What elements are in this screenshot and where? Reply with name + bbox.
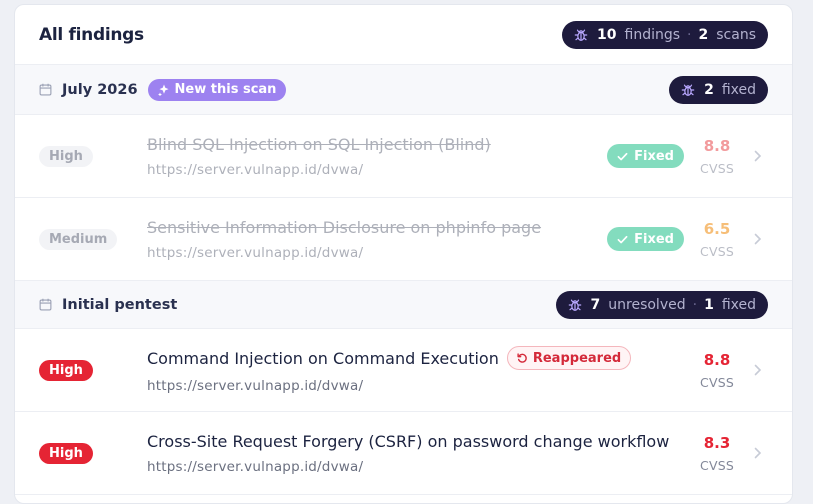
calendar-icon: [39, 83, 52, 96]
chevron-right-icon[interactable]: [754, 150, 762, 162]
cvss-value: 6.5: [703, 219, 731, 238]
unresolved-count: 7: [590, 296, 601, 313]
cvss-score: 8.8 CVSS: [700, 351, 734, 390]
cvss-label: CVSS: [700, 160, 734, 176]
cvss-score: 8.8 CVSS: [700, 137, 734, 176]
severity-badge: High: [39, 443, 93, 464]
fixed-status-badge: Fixed: [607, 144, 684, 168]
finding-title[interactable]: Blind SQL Injection on SQL Injection (Bl…: [147, 135, 491, 154]
severity-badge: High: [39, 146, 93, 167]
fixed-count: 2: [704, 81, 714, 98]
finding-row[interactable]: Medium Sensitive Information Disclosure …: [15, 198, 792, 281]
finding-url: https://server.vulnapp.id/dvwa/: [147, 458, 364, 475]
separator-dot: ·: [692, 296, 698, 313]
bug-icon: [568, 299, 581, 311]
finding-url: https://server.vulnapp.id/dvwa/: [147, 244, 364, 261]
finding-url: https://server.vulnapp.id/dvwa/: [147, 161, 364, 178]
page-title: All findings: [39, 24, 144, 45]
fixed-label: fixed: [721, 296, 756, 313]
separator-dot: ·: [687, 26, 692, 43]
cvss-score: 6.5 CVSS: [700, 220, 734, 259]
fixed-label: fixed: [721, 81, 756, 98]
chevron-right-icon[interactable]: [754, 364, 762, 376]
finding-row[interactable]: High Blind SQL Injection on SQL Injectio…: [15, 115, 792, 198]
bug-icon: [574, 29, 588, 41]
group-fixed-pill: 2 fixed: [669, 75, 768, 104]
findings-count: 10: [597, 26, 617, 43]
group-title: July 2026: [62, 81, 138, 98]
severity-badge: High: [39, 360, 93, 381]
new-badge-label: New this scan: [174, 82, 277, 97]
findings-summary-pill: 10 findings · 2 scans: [562, 20, 768, 49]
finding-title[interactable]: Command Injection on Command Execution: [147, 349, 499, 368]
reappeared-badge: Reappeared: [506, 346, 632, 370]
fixed-status-label: Fixed: [634, 231, 674, 247]
card-header: All findings 10 findings · 2 scans: [15, 5, 792, 65]
finding-row[interactable]: High Cross-Site Request Forgery (CSRF) o…: [15, 412, 792, 495]
cvss-value: 8.8: [703, 136, 731, 155]
finding-title[interactable]: Cross-Site Request Forgery (CSRF) on pas…: [147, 432, 669, 451]
finding-url: https://server.vulnapp.id/dvwa/: [147, 378, 364, 394]
findings-card: All findings 10 findings · 2 scans July …: [14, 4, 793, 504]
unresolved-label: unresolved: [608, 296, 686, 313]
cvss-value: 8.3: [703, 433, 731, 452]
findings-label: findings: [624, 26, 681, 43]
check-icon: [617, 152, 628, 160]
chevron-right-icon[interactable]: [754, 447, 762, 459]
scans-label: scans: [716, 26, 756, 43]
severity-badge: Medium: [39, 229, 118, 250]
group-header-initial-pentest: Initial pentest 7 unresolved · 1 fixed: [15, 281, 792, 329]
calendar-icon: [39, 298, 52, 311]
cvss-label: CVSS: [700, 457, 734, 473]
chevron-right-icon[interactable]: [754, 233, 762, 245]
cvss-score: 8.3 CVSS: [700, 434, 734, 473]
cvss-label: CVSS: [700, 374, 734, 390]
new-this-scan-badge: New this scan: [147, 78, 287, 101]
sparkle-icon: [157, 84, 169, 96]
finding-row[interactable]: High Command Injection on Command Execut…: [15, 329, 792, 412]
scans-count: 2: [698, 26, 709, 43]
refresh-icon: [517, 352, 527, 363]
fixed-status-badge: Fixed: [607, 227, 684, 251]
bug-icon: [681, 84, 695, 96]
cvss-label: CVSS: [700, 243, 734, 259]
reappeared-label: Reappeared: [532, 350, 622, 366]
group-header-july-2026: July 2026 New this scan 2 fixed: [15, 65, 792, 115]
check-icon: [617, 235, 628, 243]
cvss-value: 8.8: [703, 350, 731, 369]
fixed-count: 1: [704, 296, 714, 313]
finding-title[interactable]: Sensitive Information Disclosure on phpi…: [147, 218, 541, 237]
fixed-status-label: Fixed: [634, 148, 674, 164]
group-stats-pill: 7 unresolved · 1 fixed: [555, 290, 768, 319]
group-title: Initial pentest: [62, 296, 178, 313]
